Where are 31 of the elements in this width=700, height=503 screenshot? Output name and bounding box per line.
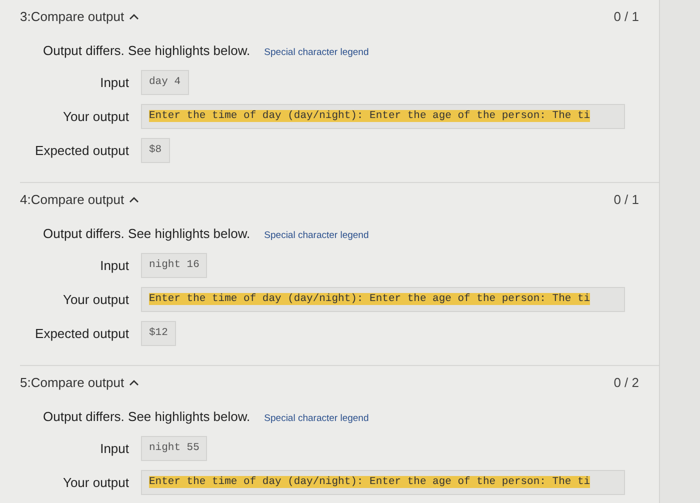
output-box: Enter the time of day (day/night): Enter the age of the person: The ti [141, 286, 625, 312]
score: 0 / 2 [614, 374, 639, 392]
result-message: Output differs. See highlights below. [43, 408, 250, 426]
output-box: Enter the time of day (day/night): Enter the age of the person: The ti [141, 104, 625, 130]
value-box: night 16 [141, 252, 208, 278]
section-title[interactable]: 5:Compare output [20, 373, 124, 393]
caret-up-icon[interactable] [129, 13, 140, 21]
row-label: Your output [62, 474, 130, 492]
row-label: Input [99, 256, 130, 275]
row-label: Expected output [34, 324, 130, 343]
value-box: night 55 [141, 436, 208, 462]
score: 0 / 1 [614, 191, 639, 210]
section-title[interactable]: 3:Compare output [20, 7, 124, 27]
row-label: Input [99, 440, 130, 458]
caret-up-icon[interactable] [129, 196, 140, 204]
value-box: $8 [141, 138, 170, 164]
output-box: Enter the time of day (day/night): Enter the age of the person: The ti [141, 470, 625, 496]
caret-up-icon[interactable] [129, 379, 140, 387]
section-title[interactable]: 4:Compare output [20, 190, 124, 210]
legend-link[interactable]: Special character legend [264, 46, 369, 60]
result-message: Output differs. See highlights below. [43, 225, 250, 243]
value-box: day 4 [141, 70, 189, 96]
legend-link[interactable]: Special character legend [264, 412, 369, 426]
row-label: Your output [62, 108, 130, 126]
row-label: Expected output [34, 142, 130, 160]
row-label: Input [99, 74, 130, 92]
row-label: Your output [62, 290, 130, 309]
result-message: Output differs. See highlights below. [43, 42, 250, 60]
legend-link[interactable]: Special character legend [264, 229, 369, 244]
score: 0 / 1 [614, 8, 639, 26]
value-box: $12 [141, 320, 176, 346]
